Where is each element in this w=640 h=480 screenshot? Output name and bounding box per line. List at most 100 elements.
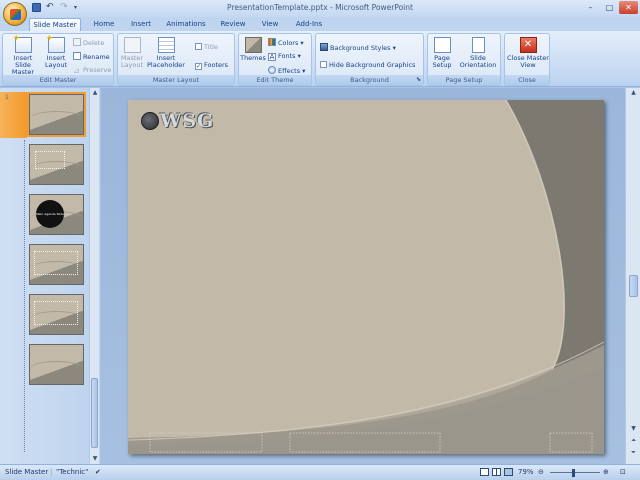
- insert-layout-button[interactable]: ✦ Insert Layout: [43, 35, 69, 69]
- title-bar: ↶ ↷ ▾ PresentationTemplate.pptx - Micros…: [0, 0, 640, 17]
- insert-placeholder-button[interactable]: Insert Placeholder: [146, 37, 186, 69]
- insert-slide-master-label: Insert Slide Master: [11, 54, 35, 76]
- delete-icon: [73, 38, 81, 46]
- tab-view[interactable]: View: [257, 18, 283, 31]
- tab-review[interactable]: Review: [217, 18, 249, 31]
- minimize-button[interactable]: –: [581, 1, 600, 14]
- slide-show-icon[interactable]: [504, 468, 513, 476]
- master-layout-button[interactable]: Master Layout: [119, 37, 145, 69]
- title-check-box[interactable]: [195, 43, 202, 50]
- footers-check-box[interactable]: ✓: [195, 63, 202, 70]
- zoom-out-button[interactable]: ⊖: [538, 468, 544, 476]
- insert-placeholder-icon: [157, 37, 175, 53]
- tab-animations[interactable]: Animations: [163, 18, 209, 31]
- themes-icon: [244, 37, 262, 53]
- window-title: PresentationTemplate.pptx - Microsoft Po…: [227, 3, 413, 12]
- slide-background: [128, 100, 604, 454]
- rename-button[interactable]: Rename: [73, 52, 110, 62]
- insert-slide-master-icon: ✦: [13, 35, 32, 53]
- hide-background-graphics-checkbox[interactable]: Hide Background Graphics: [320, 61, 415, 70]
- edit-theme-group-label: Edit Theme: [239, 75, 311, 85]
- zoom-in-button[interactable]: ⊕: [603, 468, 609, 476]
- slide-sorter-icon[interactable]: [492, 468, 501, 476]
- thumbnail-arc: [30, 360, 83, 384]
- hide-background-check-box[interactable]: [320, 61, 327, 68]
- title-checkbox-label: Title: [204, 43, 218, 51]
- previous-slide-icon[interactable]: ⏶: [626, 436, 640, 446]
- dialog-launcher-icon[interactable]: ⬊: [416, 75, 421, 85]
- background-group-label: Background ⬊: [316, 75, 423, 85]
- thumbnail-layout[interactable]: [29, 144, 84, 185]
- thumbnail-layout[interactable]: [29, 244, 84, 285]
- insert-layout-icon: ✦: [46, 35, 65, 53]
- thumbnail-layout[interactable]: Main Agenda Slide: [29, 194, 84, 235]
- group-background: Background Styles ▾ Hide Background Grap…: [315, 33, 424, 86]
- footers-checkbox[interactable]: ✓ Footers: [195, 61, 228, 70]
- fit-to-window-icon[interactable]: ⊡: [620, 468, 626, 476]
- thumbnail-scrollbar[interactable]: ▲ ▼: [89, 88, 99, 464]
- thumbnail-placeholder: [35, 151, 65, 169]
- thumbnail-layout[interactable]: [29, 344, 84, 385]
- zoom-slider-track[interactable]: [550, 472, 600, 473]
- zoom-slider-handle[interactable]: [572, 469, 575, 477]
- background-styles-button[interactable]: Background Styles ▾: [320, 43, 396, 53]
- scroll-up-arrow[interactable]: ▲: [90, 88, 100, 98]
- window-controls: – □ ✕: [581, 1, 638, 14]
- scrollbar-thumb[interactable]: [629, 275, 638, 297]
- delete-button[interactable]: Delete: [73, 38, 104, 48]
- title-checkbox[interactable]: Title: [195, 43, 218, 52]
- normal-view-icon[interactable]: [480, 468, 489, 476]
- tab-home[interactable]: Home: [89, 18, 119, 31]
- colors-icon: [268, 38, 276, 46]
- scroll-down-arrow[interactable]: ▼: [90, 454, 100, 464]
- themes-button[interactable]: Themes: [240, 37, 266, 62]
- scrollbar-thumb[interactable]: [91, 378, 98, 448]
- close-master-view-button[interactable]: ✕ Close Master View: [506, 37, 550, 69]
- tab-slide-master[interactable]: Slide Master: [29, 18, 81, 31]
- page-setup-icon: [433, 37, 451, 53]
- spelling-check-icon[interactable]: ✔: [95, 468, 101, 476]
- maximize-button[interactable]: □: [600, 1, 619, 14]
- thumbnail-placeholder: [34, 301, 78, 325]
- delete-label: Delete: [83, 39, 105, 47]
- insert-slide-master-button[interactable]: ✦ Insert Slide Master: [5, 35, 41, 76]
- page-setup-label: Page Setup: [432, 54, 452, 69]
- insert-layout-label: Insert Layout: [44, 54, 68, 69]
- preserve-button[interactable]: ⊿ Preserve: [73, 66, 111, 75]
- status-bar: Slide Master | "Technic" ✔ 79% ⊖ ⊕ ⊡: [0, 464, 640, 480]
- tab-add-ins[interactable]: Add-Ins: [292, 18, 326, 31]
- thumbnail-arc: [30, 110, 83, 134]
- background-styles-label: Background Styles: [330, 44, 391, 52]
- theme-status[interactable]: "Technic": [56, 468, 88, 476]
- colors-label: Colors: [278, 39, 299, 47]
- effects-icon: [268, 66, 276, 74]
- thumbnail-master[interactable]: [27, 92, 86, 137]
- vertical-scrollbar[interactable]: ▲ ▼ ⏶ ⏷: [625, 88, 640, 464]
- close-group-label: Close: [505, 75, 549, 85]
- thumbnail-placeholder: [34, 251, 78, 275]
- tab-insert[interactable]: Insert: [125, 18, 157, 31]
- office-button[interactable]: [3, 2, 27, 26]
- fonts-button[interactable]: A Fonts ▾: [268, 52, 301, 61]
- scroll-up-arrow[interactable]: ▲: [626, 88, 640, 98]
- effects-label: Effects: [278, 67, 301, 75]
- preserve-label: Preserve: [83, 66, 112, 74]
- group-close: ✕ Close Master View Close: [504, 33, 550, 86]
- zoom-level[interactable]: 79%: [518, 468, 534, 476]
- fonts-icon: A: [268, 53, 276, 61]
- scroll-down-arrow[interactable]: ▼: [626, 424, 640, 434]
- wsg-logo: WSG: [141, 110, 214, 132]
- slide-orientation-label: Slide Orientation: [459, 54, 497, 69]
- group-page-setup: Page Setup Slide Orientation Page Setup: [427, 33, 501, 86]
- slide-master-canvas[interactable]: WSG: [128, 100, 604, 454]
- next-slide-icon[interactable]: ⏷: [626, 448, 640, 458]
- thumbnail-layout[interactable]: [29, 294, 84, 335]
- slide-orientation-button[interactable]: Slide Orientation: [455, 37, 501, 69]
- colors-button[interactable]: Colors ▾: [268, 38, 304, 48]
- view-buttons: [480, 468, 513, 476]
- close-window-button[interactable]: ✕: [619, 1, 638, 14]
- thumbnail-number: 1: [5, 94, 9, 101]
- page-setup-button[interactable]: Page Setup: [429, 37, 455, 69]
- hide-background-graphics-label: Hide Background Graphics: [329, 61, 416, 69]
- master-layout-group-label: Master Layout: [118, 75, 234, 85]
